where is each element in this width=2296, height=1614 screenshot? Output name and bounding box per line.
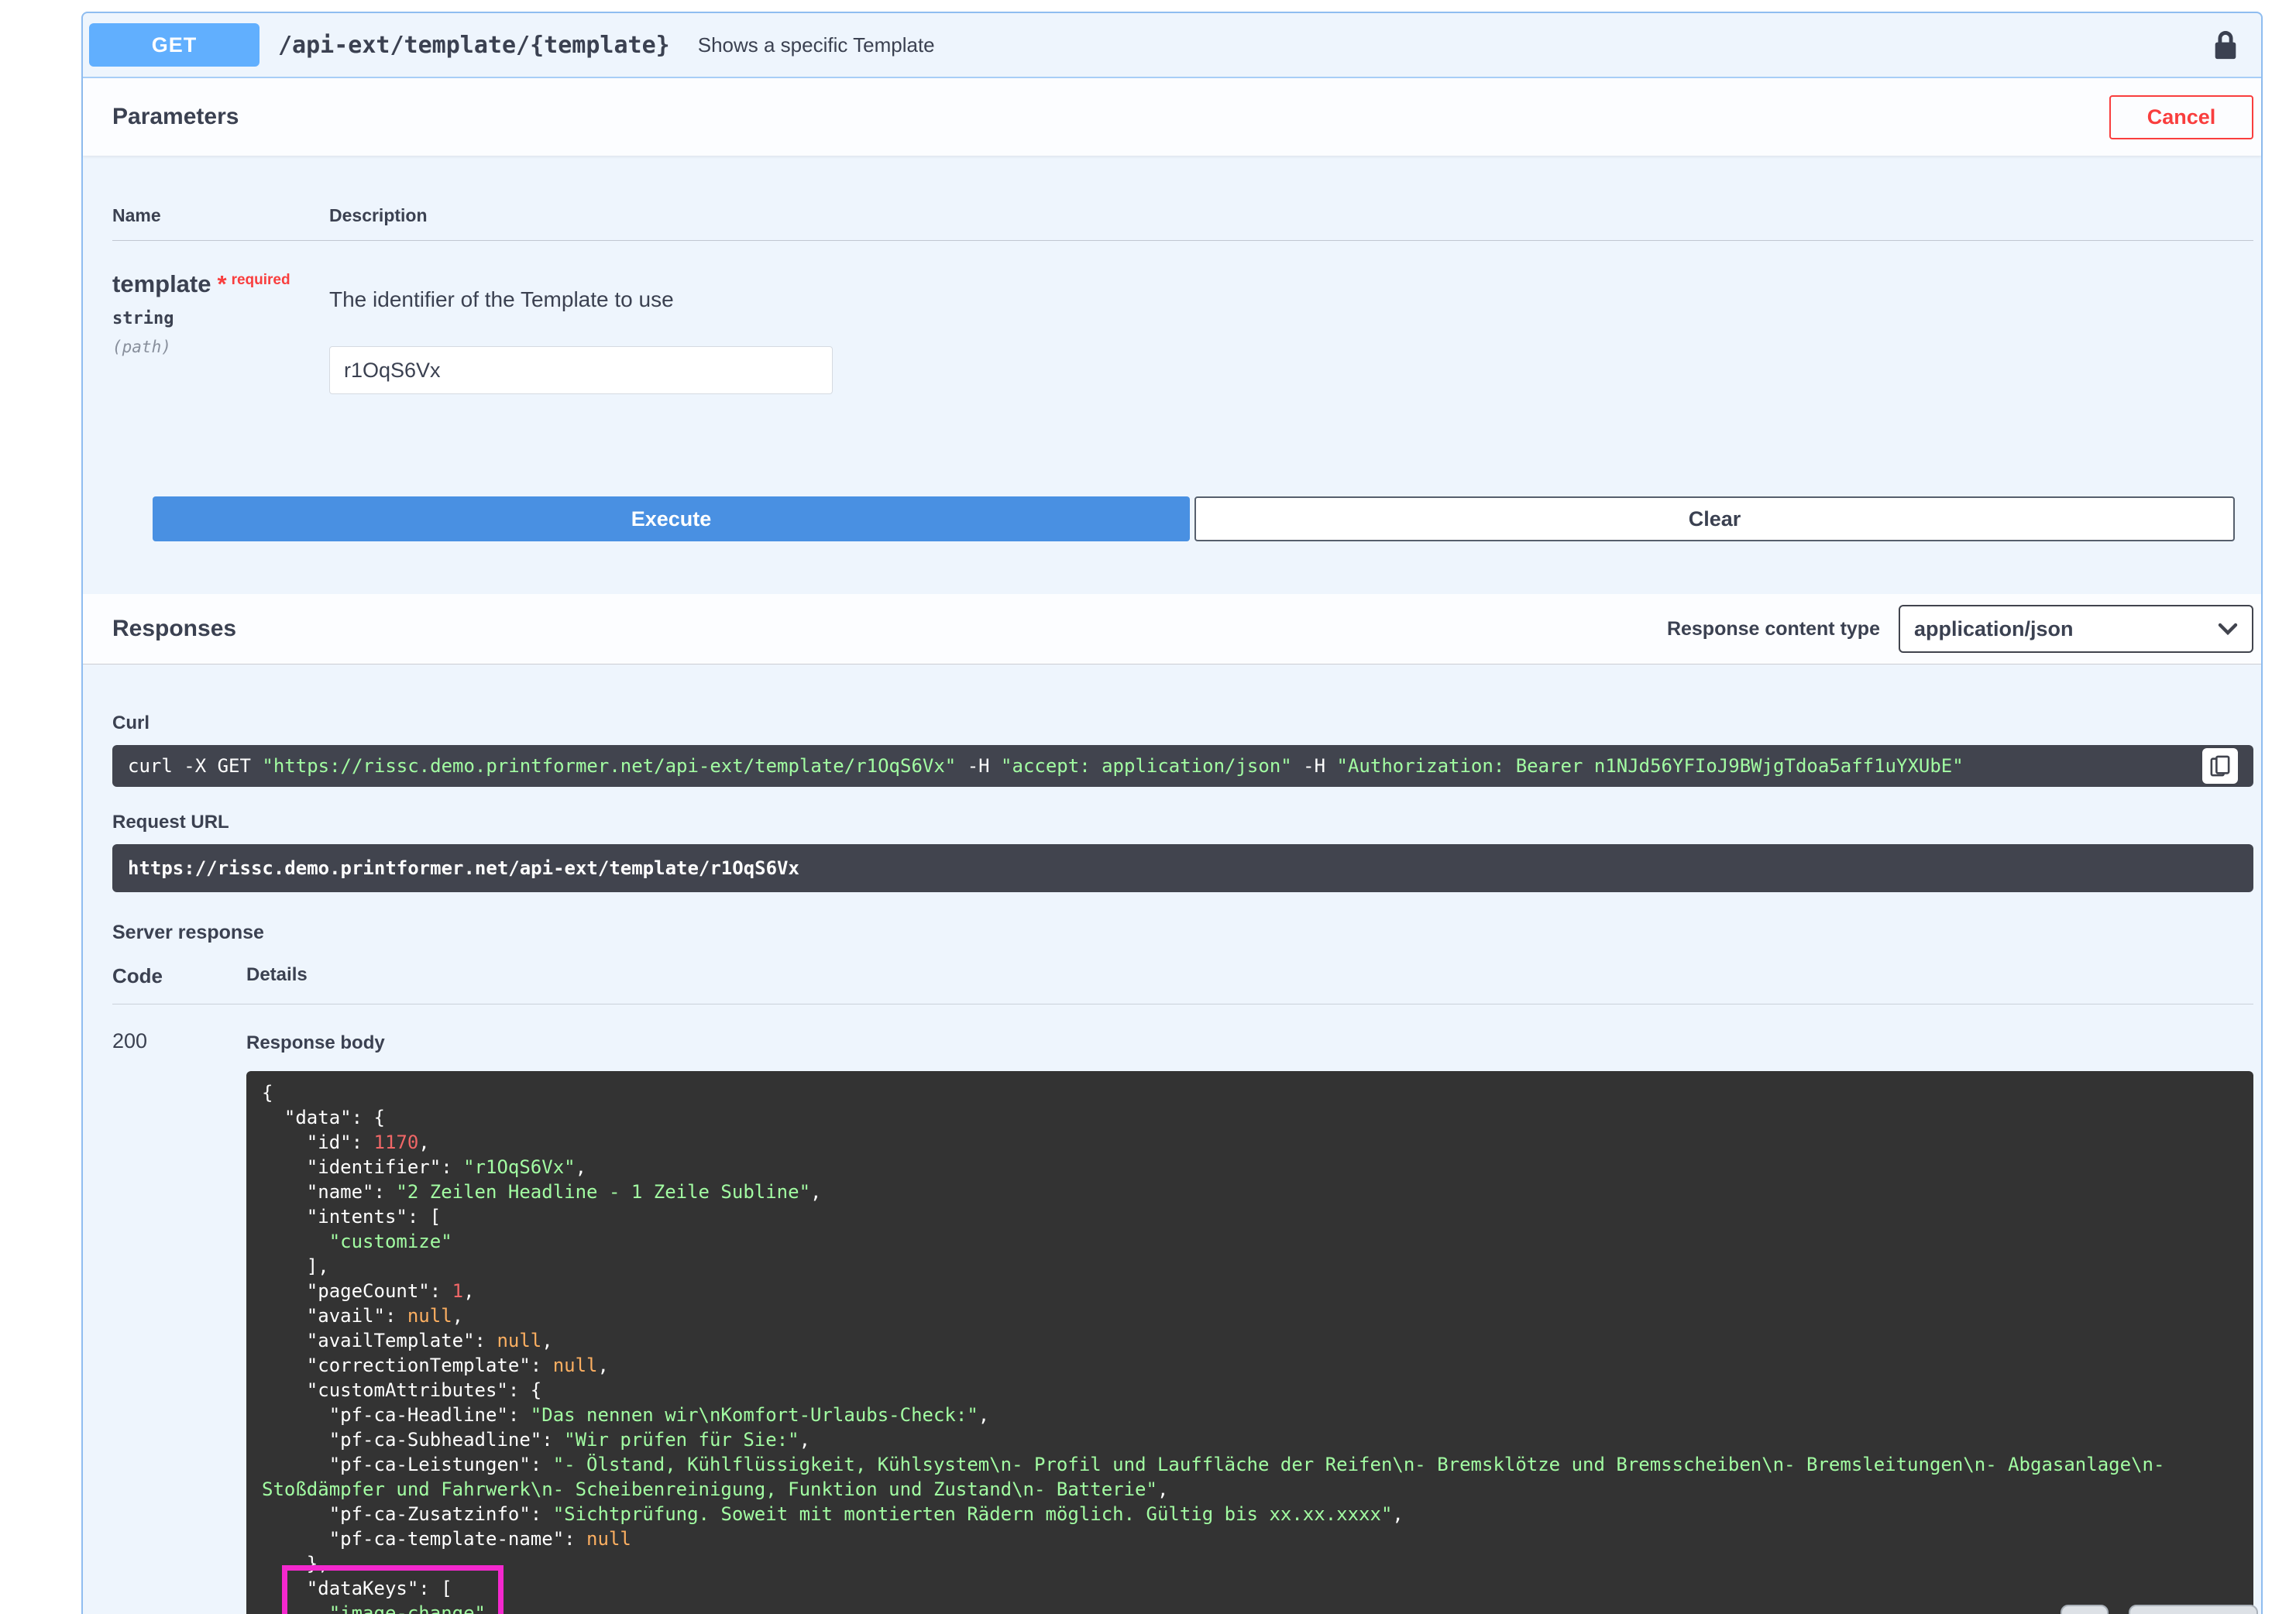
parameters-table-header: Name Description (112, 156, 2253, 241)
param-col-name-header: Name (112, 205, 329, 226)
opblock-get: GET /api-ext/template/{template} Shows a… (81, 12, 2263, 1614)
server-response-table-header: Code Details (112, 964, 2253, 1004)
parameter-type: string (112, 309, 329, 328)
parameters-title: Parameters (112, 104, 239, 130)
responses-header: Responses Response content type applicat… (83, 594, 2261, 664)
code-column-header: Code (112, 964, 246, 988)
responses-area: Curl curl -X GET "https://rissc.demo.pri… (83, 713, 2261, 1614)
response-body-json: { "data": { "id": 1170, "identifier": "r… (262, 1080, 2238, 1614)
parameter-description: The identifier of the Template to use (329, 287, 2253, 312)
clear-button[interactable]: Clear (1194, 496, 2235, 541)
required-label: required (232, 272, 290, 288)
response-content-type-wrap: Response content type application/json (1667, 605, 2253, 653)
response-content-type-select[interactable]: application/json (1899, 605, 2253, 653)
annotation-highlight-box (282, 1565, 504, 1614)
copy-curl-button[interactable] (2202, 748, 2238, 784)
parameters-header: Parameters Cancel (83, 78, 2261, 156)
required-star: * (217, 270, 226, 297)
lock-icon (2212, 29, 2239, 61)
request-url-block: https://rissc.demo.printformer.net/api-e… (112, 844, 2253, 892)
execute-row: Execute Clear (153, 496, 2235, 541)
response-content-type-label: Response content type (1667, 618, 1880, 640)
param-col-description-header: Description (329, 205, 428, 226)
details-column-header: Details (246, 964, 308, 988)
parameter-value-cell: The identifier of the Template to use (329, 270, 2253, 394)
parameter-name-text: template (112, 270, 211, 297)
curl-command-block: curl -X GET "https://rissc.demo.printfor… (112, 745, 2253, 787)
endpoint-path: /api-ext/template/{template} (278, 32, 670, 59)
parameter-row: template* required string (path) The iden… (112, 241, 2253, 394)
cancel-button[interactable]: Cancel (2109, 95, 2253, 139)
clipboard-icon (2210, 755, 2230, 777)
response-body-label: Response body (246, 1032, 2253, 1054)
template-input[interactable] (329, 346, 833, 394)
chevron-down-icon (2218, 623, 2238, 635)
parameter-name: template* required (112, 270, 329, 298)
curl-label: Curl (112, 713, 2253, 734)
parameter-meta: template* required string (path) (112, 270, 329, 394)
execute-button[interactable]: Execute (153, 496, 1190, 541)
responses-title: Responses (112, 616, 236, 642)
download-response-button[interactable] (2129, 1605, 2258, 1614)
request-url-label: Request URL (112, 812, 2253, 833)
parameters-table: Name Description template* required strin… (83, 156, 2261, 541)
request-url-text: https://rissc.demo.printformer.net/api-e… (128, 857, 799, 879)
response-details: Response body { "data": { "id": 1170, "i… (246, 1029, 2253, 1614)
endpoint-summary: Shows a specific Template (698, 33, 935, 57)
status-code: 200 (112, 1029, 246, 1614)
response-content-type-value: application/json (1914, 617, 2074, 641)
copy-response-button[interactable] (2061, 1605, 2109, 1614)
parameter-location: (path) (112, 338, 329, 356)
server-response-row: 200 Response body { "data": { "id": 1170… (112, 1004, 2253, 1614)
http-method-badge: GET (89, 23, 260, 67)
auth-lock-icon[interactable] (2212, 29, 2239, 61)
server-response-label: Server response (112, 922, 2253, 944)
response-body-block: { "data": { "id": 1170, "identifier": "r… (246, 1071, 2253, 1614)
curl-command-text: curl -X GET "https://rissc.demo.printfor… (128, 755, 1964, 777)
swagger-operation-page: GET /api-ext/template/{template} Shows a… (0, 0, 2296, 1614)
operation-summary[interactable]: GET /api-ext/template/{template} Shows a… (83, 13, 2261, 78)
